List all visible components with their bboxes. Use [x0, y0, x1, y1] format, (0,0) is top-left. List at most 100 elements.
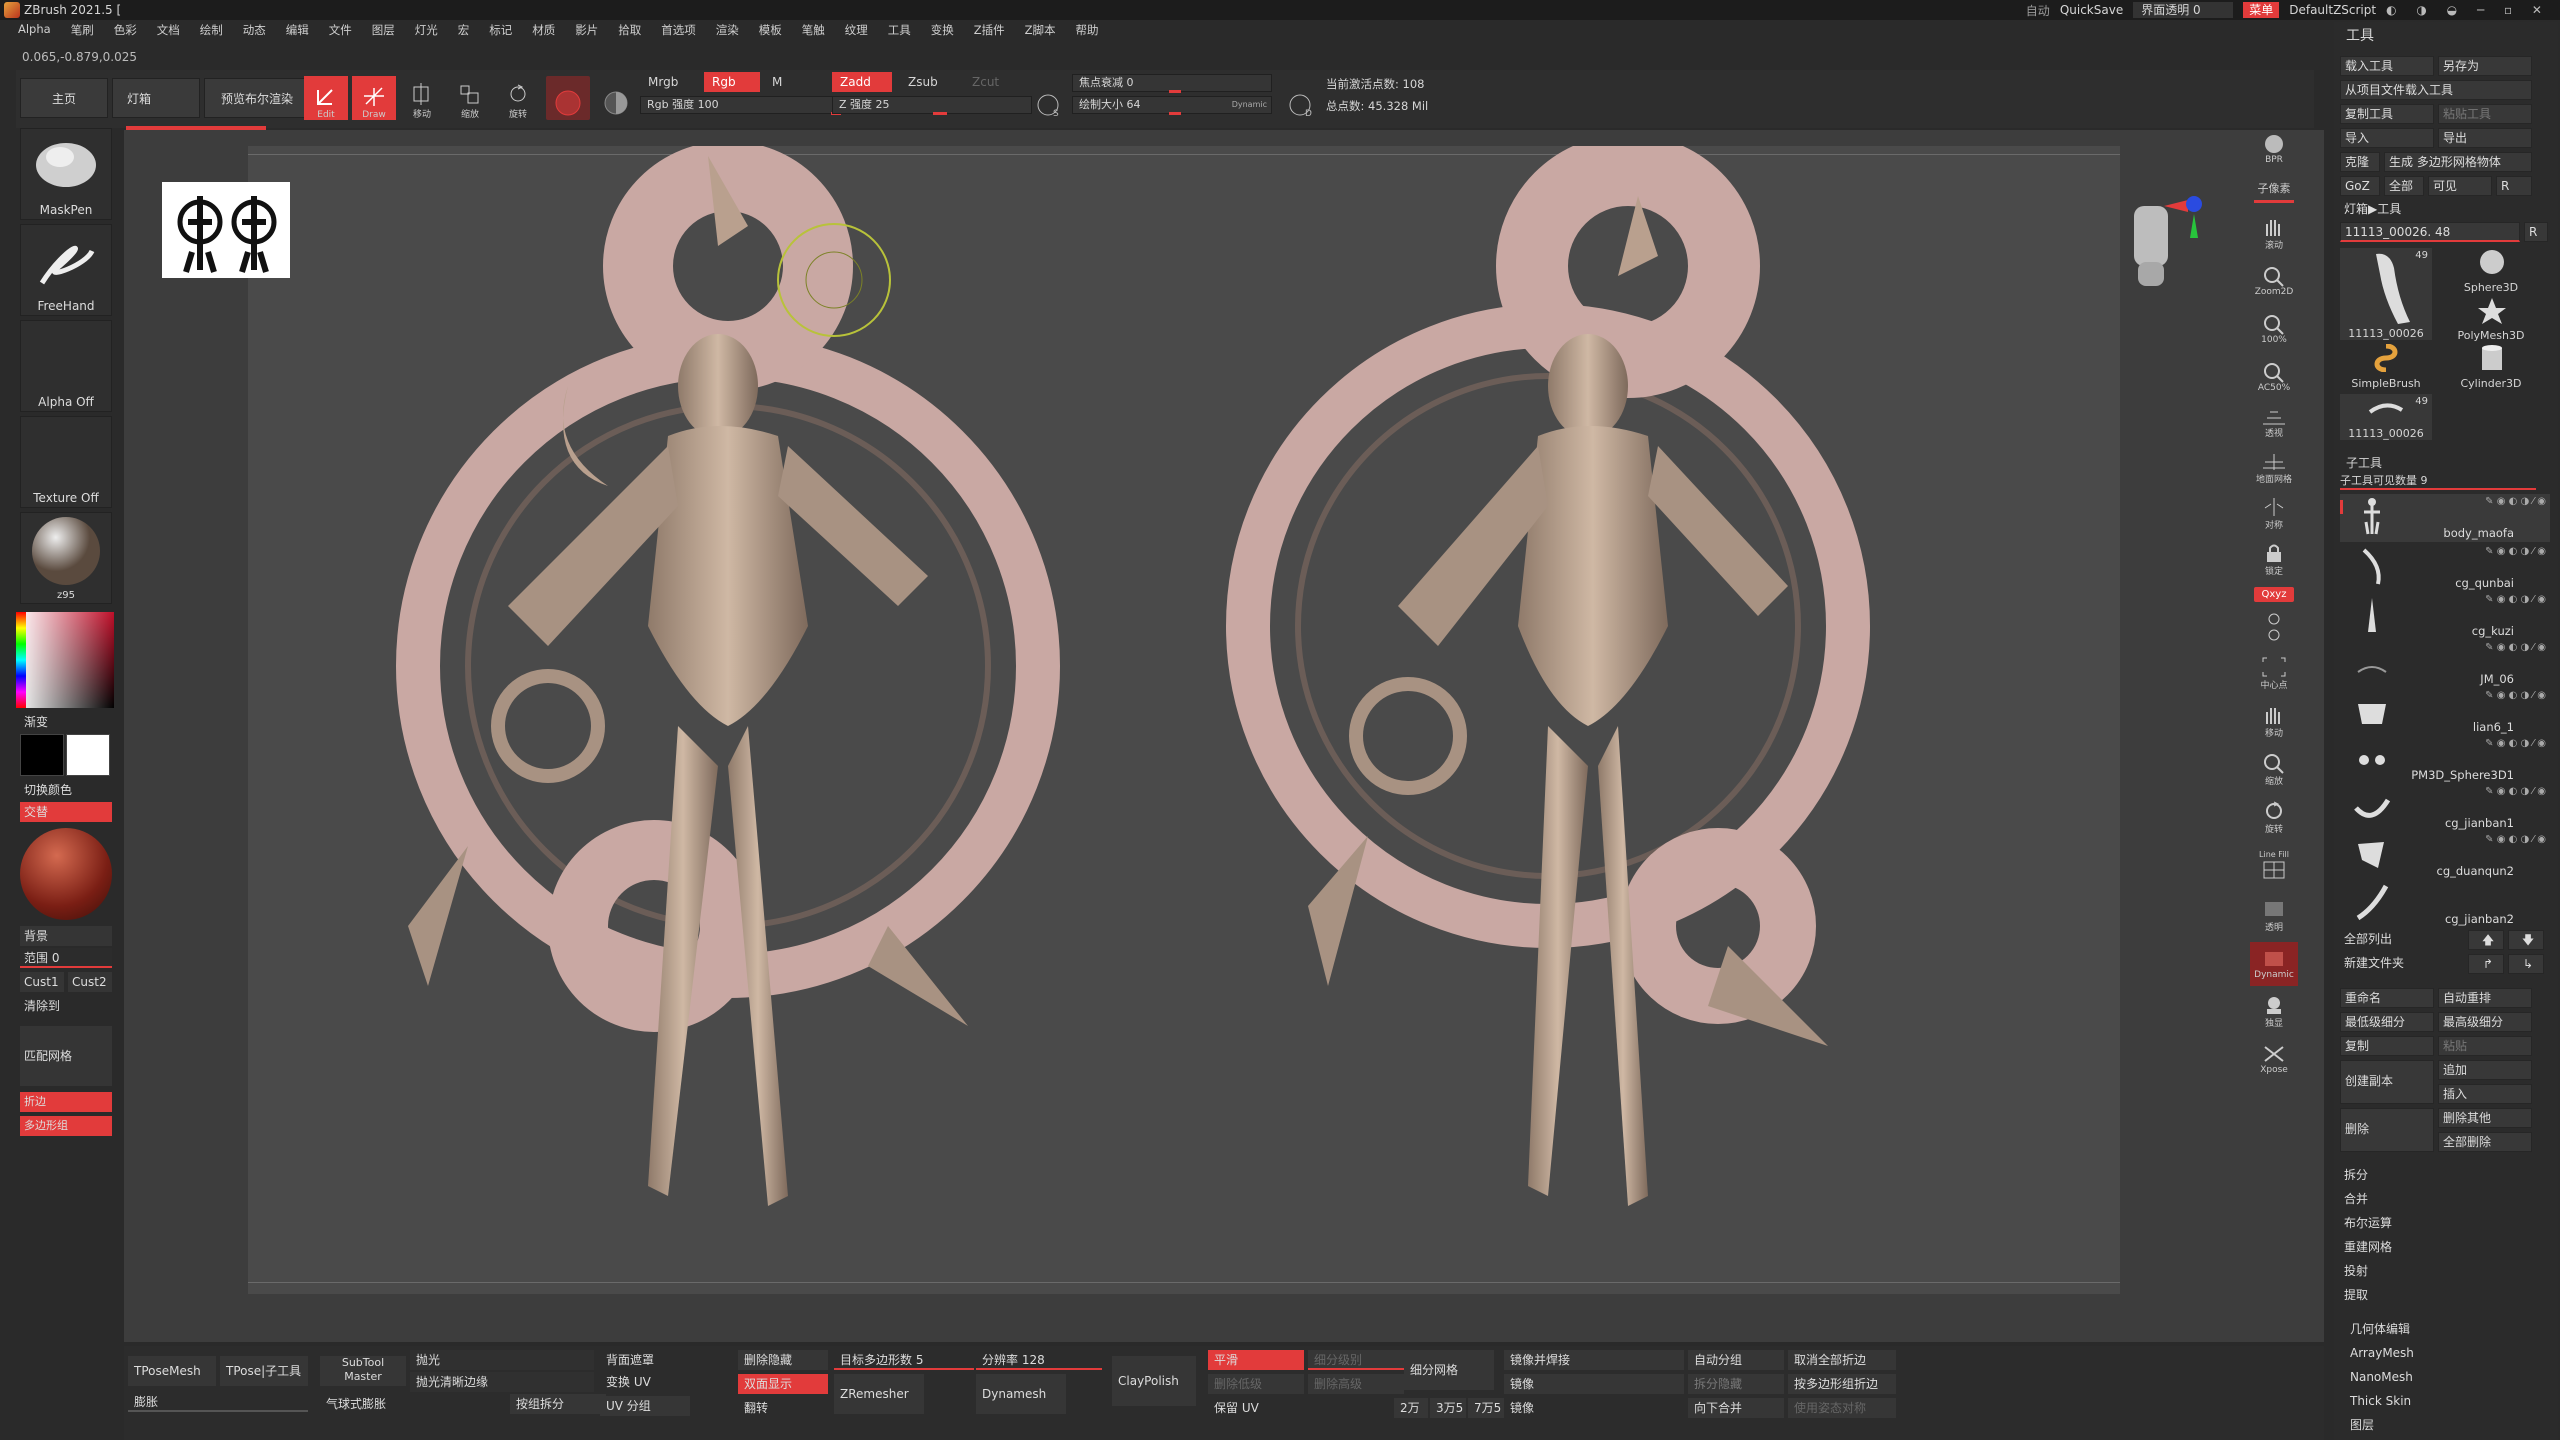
move-button[interactable]: 移动	[400, 76, 444, 120]
paste-tool-button[interactable]: 粘贴工具	[2438, 104, 2532, 124]
goz-visible-button[interactable]: 可见	[2428, 176, 2492, 196]
menu-item[interactable]: 模板	[759, 22, 782, 37]
mirror2-button[interactable]: 镜像	[1504, 1398, 1624, 1418]
line-fill-button[interactable]: Line Fill	[2250, 844, 2298, 886]
local-symmetry-button[interactable]: 对称	[2250, 492, 2298, 534]
cust1-button[interactable]: Cust1	[20, 972, 64, 992]
auto-group-button[interactable]: 自动分组	[1688, 1350, 1784, 1370]
load-from-project-button[interactable]: 从项目文件载入工具	[2340, 80, 2532, 100]
uncrease-all-button[interactable]: 取消全部折边	[1788, 1350, 1896, 1370]
reference-image[interactable]	[162, 182, 290, 278]
tool-panel-title[interactable]: 工具	[2334, 24, 2558, 48]
color-picker[interactable]	[16, 612, 114, 708]
window-icons[interactable]: ◐ ◑ ◒ ─ ▫ ✕	[2386, 3, 2550, 17]
orientation-gizmo[interactable]	[2124, 176, 2224, 296]
keep-uv-button[interactable]: 保留 UV	[1208, 1398, 1388, 1418]
bpr-button[interactable]: BPR	[2250, 128, 2298, 170]
subtool-controls[interactable]: ✎ ◉ ◐ ◑ ⁄ ◉	[2485, 738, 2546, 749]
mirror-weld-button[interactable]: 镜像并焊接	[1504, 1350, 1684, 1370]
divide-button[interactable]: 细分网格	[1404, 1350, 1494, 1390]
menu-item[interactable]: Alpha	[18, 22, 51, 36]
rgb-button[interactable]: Rgb	[704, 72, 760, 92]
menu-item[interactable]: 渲染	[716, 22, 739, 37]
zremesher-button[interactable]: ZRemesher	[834, 1374, 924, 1414]
bpr-preview-button[interactable]: 预览布尔渲染	[204, 78, 310, 118]
zcut-button[interactable]: Zcut	[964, 72, 1007, 92]
zadd-button[interactable]: Zadd	[832, 72, 892, 92]
actual-size-button[interactable]: 100%	[2250, 308, 2298, 350]
menu-item[interactable]: 绘制	[200, 22, 223, 37]
split-by-group-button[interactable]: 按组拆分	[510, 1394, 606, 1414]
menu-item[interactable]: 宏	[458, 22, 470, 37]
fold-edges-button[interactable]: 折边	[20, 1092, 112, 1112]
material-sphere-button[interactable]	[546, 76, 590, 120]
stroke-d-icon[interactable]: D	[1278, 78, 1322, 122]
background-label[interactable]: 背景	[20, 926, 112, 946]
floor-button[interactable]: 地面网格	[2250, 446, 2298, 488]
subtool-controls[interactable]: ✎ ◉ ◐ ◑ ⁄ ◉	[2485, 594, 2546, 605]
menu-button[interactable]: 菜单	[2243, 2, 2280, 18]
stroke-s-icon[interactable]: S	[1026, 78, 1070, 122]
menu-item[interactable]: 标记	[489, 22, 512, 37]
secondary-color[interactable]	[20, 734, 64, 776]
subdiv-level-slider[interactable]: 细分级别	[1308, 1350, 1404, 1370]
extract-menu[interactable]: 提取	[2340, 1286, 2532, 1306]
move-down-button[interactable]: 🡇	[2508, 930, 2544, 950]
dynamic-toggle[interactable]: Dynamic	[1232, 97, 1267, 113]
subtool-header[interactable]: 子工具	[2346, 454, 2382, 471]
subtool-row[interactable]: ✎ ◉ ◐ ◑ ⁄ ◉ cg_qunbai	[2340, 544, 2550, 592]
tool-thumb[interactable]: 49 11113_00026	[2340, 394, 2432, 440]
half-size-button[interactable]: AC50%	[2250, 356, 2298, 398]
subtool-master-button[interactable]: SubTool Master	[320, 1356, 406, 1386]
menu-item[interactable]: 笔刷	[71, 22, 94, 37]
subtool-controls[interactable]: ✎ ◉ ◐ ◑ ⁄ ◉	[2485, 496, 2546, 507]
resolution-slider[interactable]: 分辨率 128	[976, 1350, 1102, 1370]
menu-item[interactable]: 影片	[575, 22, 598, 37]
make-polymesh-button[interactable]: 生成 多边形网格物体	[2384, 152, 2532, 172]
frame-button[interactable]: 中心点	[2250, 652, 2298, 694]
document-canvas[interactable]	[248, 146, 2120, 1294]
boolean-menu[interactable]: 布尔运算	[2340, 1214, 2532, 1234]
import-button[interactable]: 导入	[2340, 128, 2434, 148]
uv-groups-button[interactable]: UV 分组	[600, 1396, 690, 1416]
transparency-button[interactable]: 透明	[2250, 894, 2298, 936]
stroke-selector[interactable]: FreeHand	[20, 224, 112, 316]
menu-item[interactable]: 帮助	[1075, 22, 1098, 37]
subpixel-slider[interactable]	[2254, 199, 2294, 203]
target-75k-button[interactable]: 7万5	[1468, 1398, 1504, 1418]
double-sided-button[interactable]: 双面显示	[738, 1374, 828, 1394]
ghost-button[interactable]: Dynamic	[2250, 942, 2298, 986]
subtool-controls[interactable]: ✎ ◉ ◐ ◑ ⁄ ◉	[2485, 546, 2546, 557]
default-zscript-button[interactable]: DefaultZScript	[2289, 3, 2376, 17]
xpose-button[interactable]: Xpose	[2250, 1038, 2298, 1080]
m-button[interactable]: M	[764, 72, 790, 92]
polish-slider[interactable]: 抛光	[410, 1350, 594, 1370]
focal-shift-slider[interactable]: 焦点衰减 0	[1072, 74, 1272, 93]
auto-reorder-button[interactable]: 自动重排	[2438, 988, 2532, 1008]
material-selector[interactable]: z95	[20, 512, 112, 604]
transparency-slider[interactable]: 界面透明 0	[2133, 2, 2234, 18]
move-view-button[interactable]: 移动	[2250, 700, 2298, 742]
subtool-row[interactable]: cg_jianban2	[2340, 880, 2550, 928]
texture-selector[interactable]: Texture Off	[20, 416, 112, 508]
menu-item[interactable]: 拾取	[618, 22, 641, 37]
split-menu[interactable]: 拆分	[2340, 1166, 2532, 1186]
menu-item[interactable]: 变换	[931, 22, 954, 37]
create-copy-button[interactable]: 创建副本	[2340, 1060, 2434, 1104]
target-20k-button[interactable]: 2万	[1394, 1398, 1428, 1418]
use-pose-sym-button[interactable]: 使用姿态对称	[1788, 1398, 1896, 1418]
rename-button[interactable]: 重命名	[2340, 988, 2434, 1008]
smooth-button[interactable]: 平滑	[1208, 1350, 1304, 1370]
copy-tool-button[interactable]: 复制工具	[2340, 104, 2434, 124]
duplicate-button[interactable]: 复制	[2340, 1036, 2434, 1056]
merge-down-button[interactable]: 向下合并	[1688, 1398, 1784, 1418]
menu-item[interactable]: 编辑	[286, 22, 309, 37]
subtool-row[interactable]: ✎ ◉ ◐ ◑ ⁄ ◉ cg_kuzi	[2340, 592, 2550, 640]
draw-size-slider[interactable]: 绘制大小 64 Dynamic	[1072, 96, 1272, 115]
goz-r-button[interactable]: R	[2496, 176, 2532, 196]
visible-count-slider[interactable]: 子工具可见数量 9	[2340, 472, 2536, 490]
quicksave-button[interactable]: QuickSave	[2060, 3, 2123, 17]
transform-uv-button[interactable]: 变换 UV	[600, 1372, 690, 1392]
split-hidden-button[interactable]: 拆分隐藏	[1688, 1374, 1784, 1394]
backface-mask-button[interactable]: 背面遮罩	[600, 1350, 690, 1370]
